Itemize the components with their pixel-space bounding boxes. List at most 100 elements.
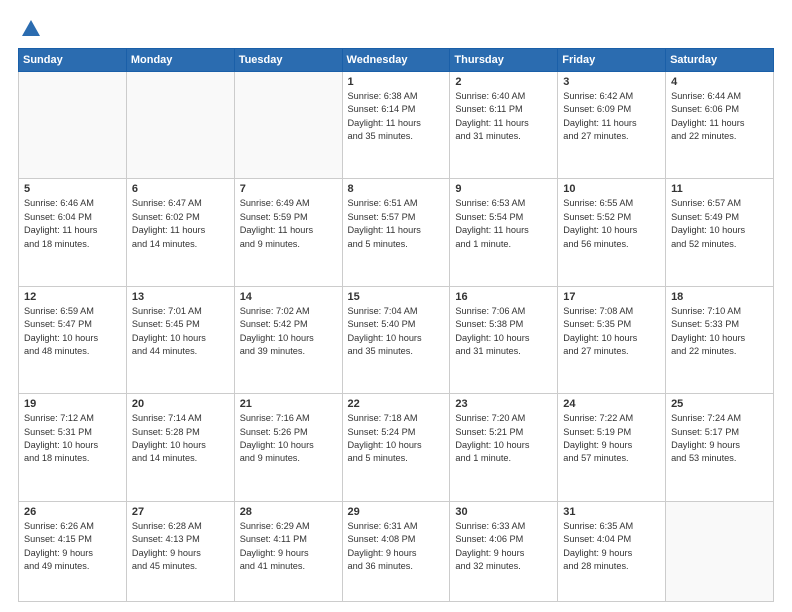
day-number: 22 xyxy=(348,398,445,410)
day-info: Sunrise: 6:29 AM Sunset: 4:11 PM Dayligh… xyxy=(240,520,337,573)
calendar-cell: 27 Sunrise: 6:28 AM Sunset: 4:13 PM Dayli… xyxy=(126,501,234,601)
day-info: Sunrise: 6:57 AM Sunset: 5:49 PM Dayligh… xyxy=(671,197,768,250)
day-info: Sunrise: 6:49 AM Sunset: 5:59 PM Dayligh… xyxy=(240,197,337,250)
day-number: 12 xyxy=(24,291,121,303)
calendar-cell: 4 Sunrise: 6:44 AM Sunset: 6:06 PM Daylig… xyxy=(666,72,774,179)
day-info: Sunrise: 6:44 AM Sunset: 6:06 PM Dayligh… xyxy=(671,90,768,143)
calendar-cell: 8 Sunrise: 6:51 AM Sunset: 5:57 PM Daylig… xyxy=(342,179,450,286)
day-number: 23 xyxy=(455,398,552,410)
calendar-cell: 31 Sunrise: 6:35 AM Sunset: 4:04 PM Dayli… xyxy=(558,501,666,601)
day-number: 31 xyxy=(563,506,660,518)
day-number: 18 xyxy=(671,291,768,303)
day-number: 11 xyxy=(671,183,768,195)
calendar-cell xyxy=(234,72,342,179)
day-info: Sunrise: 7:20 AM Sunset: 5:21 PM Dayligh… xyxy=(455,412,552,465)
day-number: 13 xyxy=(132,291,229,303)
day-info: Sunrise: 7:14 AM Sunset: 5:28 PM Dayligh… xyxy=(132,412,229,465)
header xyxy=(18,18,774,40)
day-info: Sunrise: 7:22 AM Sunset: 5:19 PM Dayligh… xyxy=(563,412,660,465)
weekday-header-row: SundayMondayTuesdayWednesdayThursdayFrid… xyxy=(19,49,774,72)
calendar-cell xyxy=(666,501,774,601)
day-number: 5 xyxy=(24,183,121,195)
day-info: Sunrise: 7:18 AM Sunset: 5:24 PM Dayligh… xyxy=(348,412,445,465)
calendar-cell: 22 Sunrise: 7:18 AM Sunset: 5:24 PM Dayli… xyxy=(342,394,450,501)
weekday-header-friday: Friday xyxy=(558,49,666,72)
day-number: 10 xyxy=(563,183,660,195)
day-number: 26 xyxy=(24,506,121,518)
day-info: Sunrise: 6:53 AM Sunset: 5:54 PM Dayligh… xyxy=(455,197,552,250)
day-info: Sunrise: 7:12 AM Sunset: 5:31 PM Dayligh… xyxy=(24,412,121,465)
day-number: 28 xyxy=(240,506,337,518)
day-info: Sunrise: 6:38 AM Sunset: 6:14 PM Dayligh… xyxy=(348,90,445,143)
day-number: 2 xyxy=(455,76,552,88)
weekday-header-sunday: Sunday xyxy=(19,49,127,72)
calendar-cell: 21 Sunrise: 7:16 AM Sunset: 5:26 PM Dayli… xyxy=(234,394,342,501)
calendar-cell: 9 Sunrise: 6:53 AM Sunset: 5:54 PM Daylig… xyxy=(450,179,558,286)
weekday-header-thursday: Thursday xyxy=(450,49,558,72)
day-number: 6 xyxy=(132,183,229,195)
day-info: Sunrise: 6:47 AM Sunset: 6:02 PM Dayligh… xyxy=(132,197,229,250)
calendar-cell: 11 Sunrise: 6:57 AM Sunset: 5:49 PM Dayli… xyxy=(666,179,774,286)
day-number: 14 xyxy=(240,291,337,303)
calendar-cell: 7 Sunrise: 6:49 AM Sunset: 5:59 PM Daylig… xyxy=(234,179,342,286)
calendar-cell: 13 Sunrise: 7:01 AM Sunset: 5:45 PM Dayli… xyxy=(126,286,234,393)
day-number: 15 xyxy=(348,291,445,303)
calendar-week-2: 5 Sunrise: 6:46 AM Sunset: 6:04 PM Daylig… xyxy=(19,179,774,286)
calendar-table: SundayMondayTuesdayWednesdayThursdayFrid… xyxy=(18,48,774,602)
calendar-cell: 17 Sunrise: 7:08 AM Sunset: 5:35 PM Dayli… xyxy=(558,286,666,393)
calendar-cell: 5 Sunrise: 6:46 AM Sunset: 6:04 PM Daylig… xyxy=(19,179,127,286)
day-number: 25 xyxy=(671,398,768,410)
day-number: 30 xyxy=(455,506,552,518)
calendar-cell: 10 Sunrise: 6:55 AM Sunset: 5:52 PM Dayli… xyxy=(558,179,666,286)
day-info: Sunrise: 6:51 AM Sunset: 5:57 PM Dayligh… xyxy=(348,197,445,250)
day-info: Sunrise: 7:24 AM Sunset: 5:17 PM Dayligh… xyxy=(671,412,768,465)
day-info: Sunrise: 6:46 AM Sunset: 6:04 PM Dayligh… xyxy=(24,197,121,250)
day-info: Sunrise: 6:33 AM Sunset: 4:06 PM Dayligh… xyxy=(455,520,552,573)
day-info: Sunrise: 7:01 AM Sunset: 5:45 PM Dayligh… xyxy=(132,305,229,358)
calendar-cell: 30 Sunrise: 6:33 AM Sunset: 4:06 PM Dayli… xyxy=(450,501,558,601)
day-number: 24 xyxy=(563,398,660,410)
day-info: Sunrise: 7:06 AM Sunset: 5:38 PM Dayligh… xyxy=(455,305,552,358)
calendar-cell: 16Sunrise: 7:06 AM Sunset: 5:38 PM Dayli… xyxy=(450,286,558,393)
page: SundayMondayTuesdayWednesdayThursdayFrid… xyxy=(0,0,792,612)
calendar-cell: 1 Sunrise: 6:38 AM Sunset: 6:14 PM Daylig… xyxy=(342,72,450,179)
calendar-week-4: 19Sunrise: 7:12 AM Sunset: 5:31 PM Dayli… xyxy=(19,394,774,501)
calendar-cell: 3Sunrise: 6:42 AM Sunset: 6:09 PM Daylig… xyxy=(558,72,666,179)
calendar-cell: 25 Sunrise: 7:24 AM Sunset: 5:17 PM Dayli… xyxy=(666,394,774,501)
day-info: Sunrise: 6:31 AM Sunset: 4:08 PM Dayligh… xyxy=(348,520,445,573)
day-info: Sunrise: 6:42 AM Sunset: 6:09 PM Dayligh… xyxy=(563,90,660,143)
weekday-header-wednesday: Wednesday xyxy=(342,49,450,72)
weekday-header-monday: Monday xyxy=(126,49,234,72)
day-number: 29 xyxy=(348,506,445,518)
day-info: Sunrise: 6:28 AM Sunset: 4:13 PM Dayligh… xyxy=(132,520,229,573)
day-info: Sunrise: 7:16 AM Sunset: 5:26 PM Dayligh… xyxy=(240,412,337,465)
day-info: Sunrise: 6:55 AM Sunset: 5:52 PM Dayligh… xyxy=(563,197,660,250)
day-number: 17 xyxy=(563,291,660,303)
calendar-cell: 23 Sunrise: 7:20 AM Sunset: 5:21 PM Dayli… xyxy=(450,394,558,501)
calendar-cell: 19Sunrise: 7:12 AM Sunset: 5:31 PM Dayli… xyxy=(19,394,127,501)
day-number: 20 xyxy=(132,398,229,410)
calendar-cell: 24 Sunrise: 7:22 AM Sunset: 5:19 PM Dayli… xyxy=(558,394,666,501)
day-number: 9 xyxy=(455,183,552,195)
day-info: Sunrise: 6:26 AM Sunset: 4:15 PM Dayligh… xyxy=(24,520,121,573)
day-info: Sunrise: 6:35 AM Sunset: 4:04 PM Dayligh… xyxy=(563,520,660,573)
day-number: 4 xyxy=(671,76,768,88)
day-number: 1 xyxy=(348,76,445,88)
day-info: Sunrise: 7:08 AM Sunset: 5:35 PM Dayligh… xyxy=(563,305,660,358)
day-number: 7 xyxy=(240,183,337,195)
calendar-cell: 2 Sunrise: 6:40 AM Sunset: 6:11 PM Daylig… xyxy=(450,72,558,179)
calendar-week-3: 12Sunrise: 6:59 AM Sunset: 5:47 PM Dayli… xyxy=(19,286,774,393)
day-number: 8 xyxy=(348,183,445,195)
calendar-cell: 12Sunrise: 6:59 AM Sunset: 5:47 PM Dayli… xyxy=(19,286,127,393)
calendar-cell xyxy=(19,72,127,179)
day-number: 27 xyxy=(132,506,229,518)
calendar-cell xyxy=(126,72,234,179)
day-info: Sunrise: 6:40 AM Sunset: 6:11 PM Dayligh… xyxy=(455,90,552,143)
logo-icon xyxy=(20,18,42,40)
calendar-cell: 6 Sunrise: 6:47 AM Sunset: 6:02 PM Daylig… xyxy=(126,179,234,286)
calendar-cell: 14Sunrise: 7:02 AM Sunset: 5:42 PM Dayli… xyxy=(234,286,342,393)
calendar-cell: 15Sunrise: 7:04 AM Sunset: 5:40 PM Dayli… xyxy=(342,286,450,393)
calendar-week-5: 26 Sunrise: 6:26 AM Sunset: 4:15 PM Dayli… xyxy=(19,501,774,601)
day-number: 21 xyxy=(240,398,337,410)
weekday-header-tuesday: Tuesday xyxy=(234,49,342,72)
